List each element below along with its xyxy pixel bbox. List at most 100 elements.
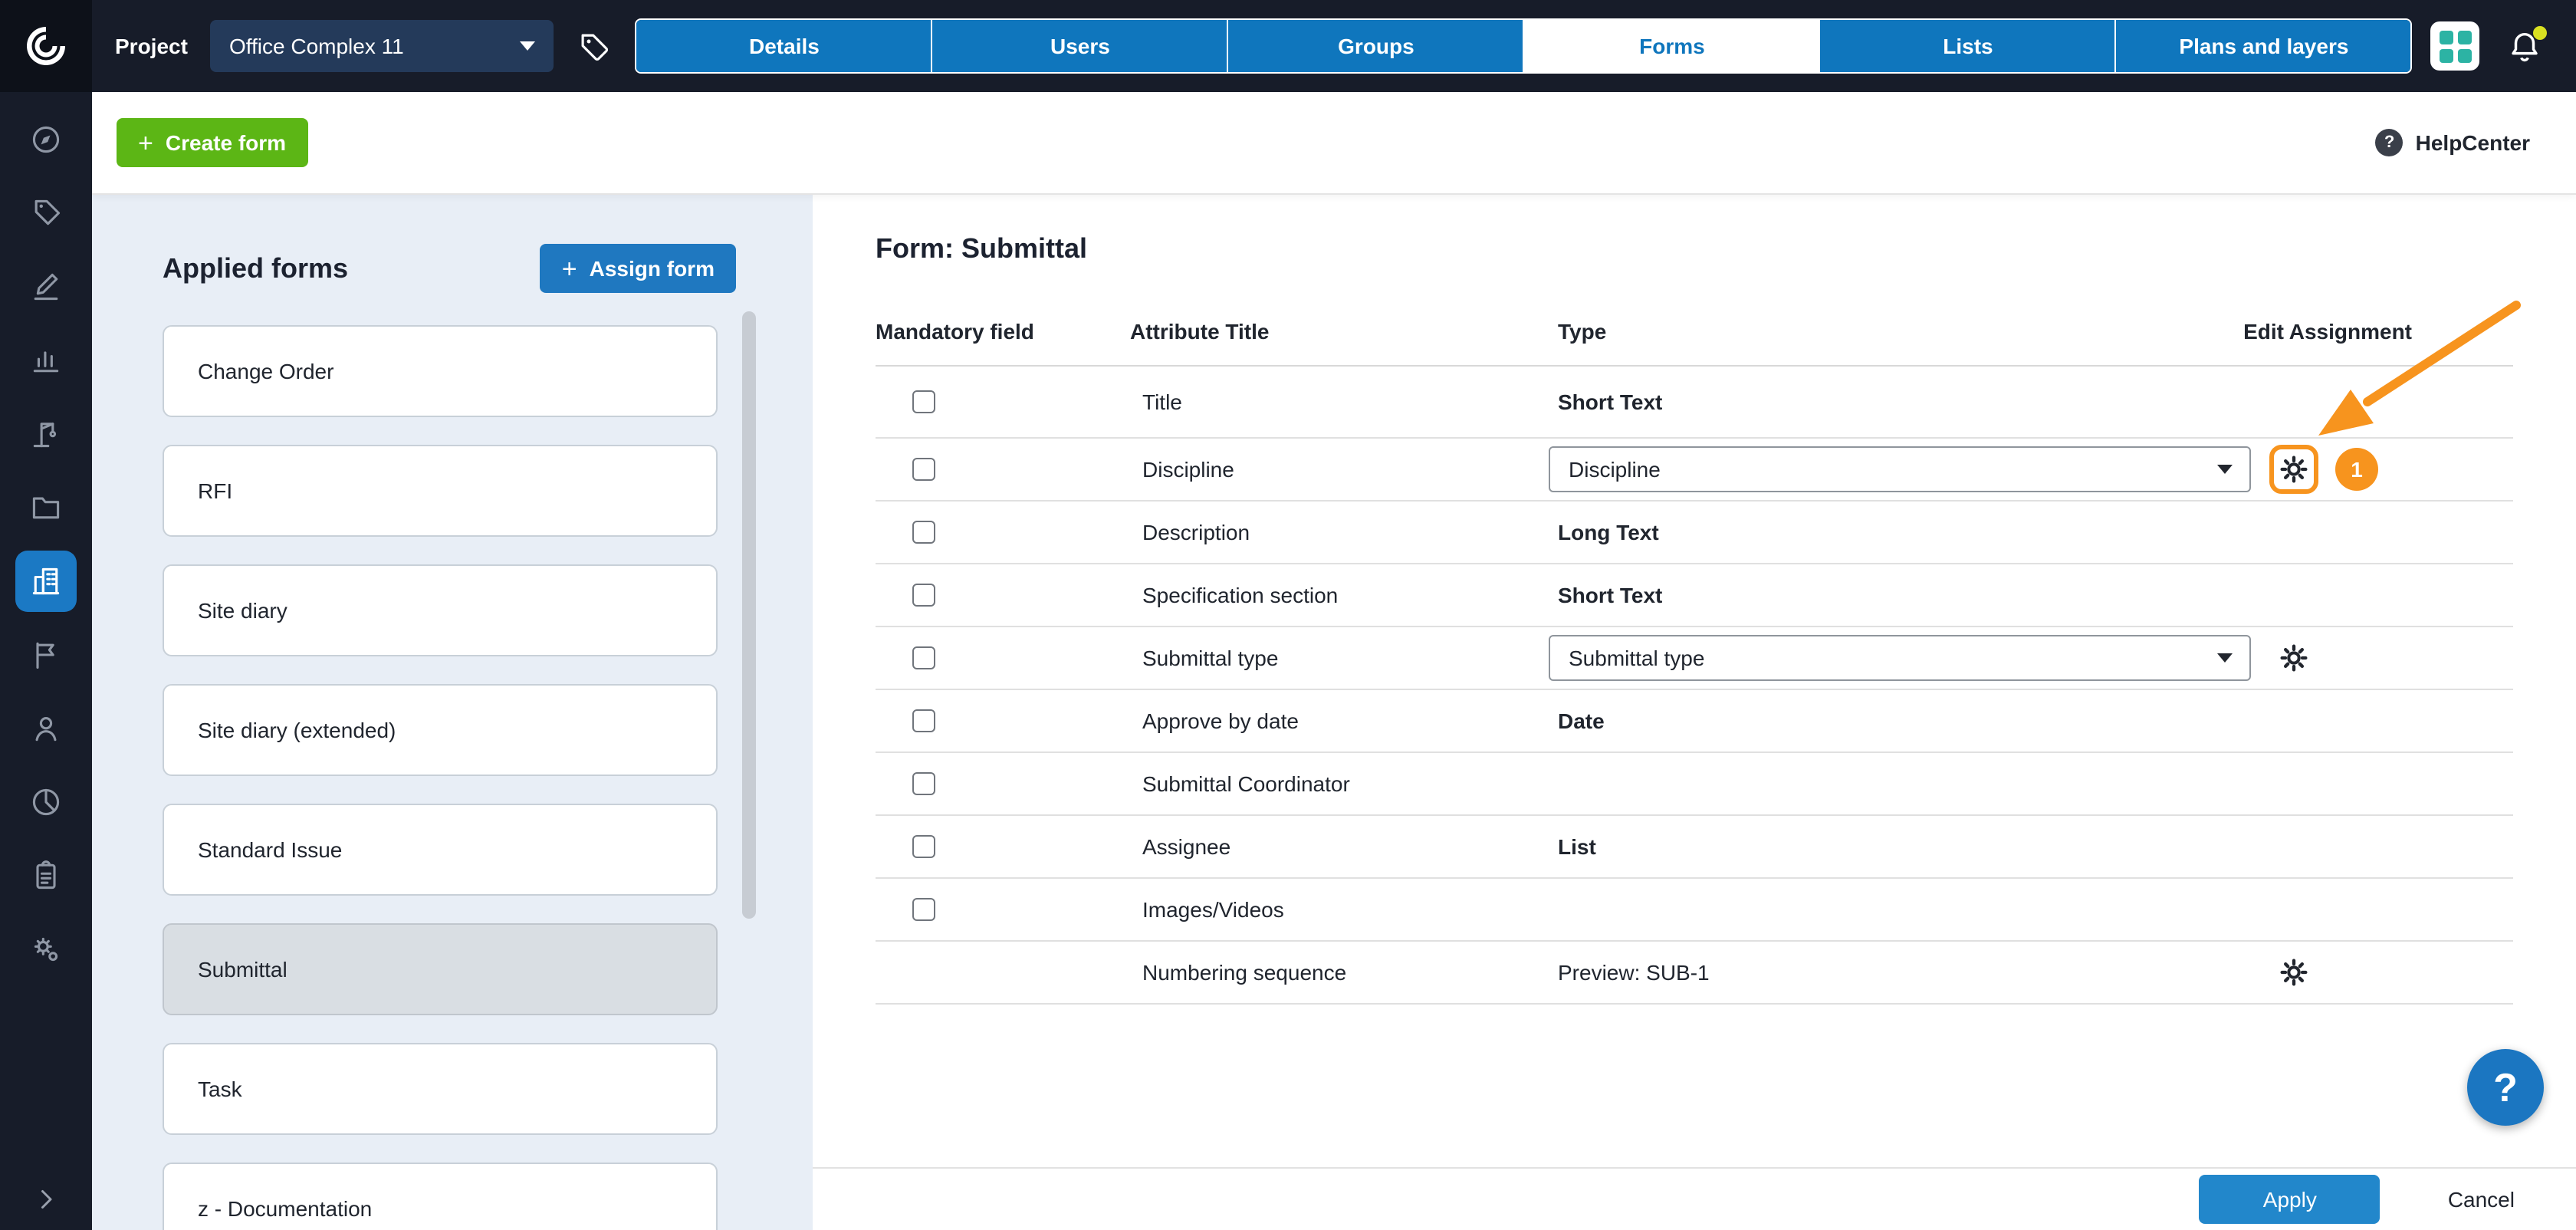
tab-users[interactable]: Users — [932, 20, 1227, 72]
tag-icon[interactable] — [579, 30, 611, 62]
help-center-label: HelpCenter — [2416, 130, 2530, 155]
scrollbar-thumb[interactable] — [742, 311, 756, 919]
tab-lists[interactable]: Lists — [1819, 20, 2115, 72]
form-card-label: Site diary (extended) — [198, 718, 396, 742]
type-value: Preview: SUB-1 — [1558, 960, 1710, 985]
pie-chart-icon — [29, 785, 63, 819]
sidebar-item-settings[interactable] — [15, 919, 77, 980]
header-edit-assignment: Edit Assignment — [2243, 319, 2412, 344]
sidebar-item-crane[interactable] — [15, 403, 77, 465]
form-card-z-documentation[interactable]: z - Documentation — [163, 1163, 718, 1230]
mandatory-checkbox[interactable] — [912, 521, 935, 544]
create-form-label: Create form — [166, 130, 286, 155]
tab-forms[interactable]: Forms — [1523, 20, 1819, 72]
type-dropdown-value: Submittal type — [1569, 646, 1704, 670]
type-dropdown[interactable]: Submittal type — [1549, 635, 2251, 681]
crane-icon — [29, 417, 63, 451]
table-row: AssigneeList — [876, 816, 2513, 879]
chevron-down-icon — [521, 41, 536, 51]
panel-title: Applied forms — [163, 252, 348, 284]
help-center-link[interactable]: ? HelpCenter — [2376, 129, 2530, 156]
sidebar-item-user[interactable] — [15, 698, 77, 759]
attribute-title: Submittal type — [1142, 646, 1278, 670]
sidebar-item-pie-chart[interactable] — [15, 771, 77, 833]
mandatory-checkbox[interactable] — [912, 390, 935, 413]
form-card-site-diary-extended-[interactable]: Site diary (extended) — [163, 684, 718, 776]
table-row: DisciplineDiscipline1 — [876, 439, 2513, 502]
sidebar-item-compass[interactable] — [15, 109, 77, 170]
edit-assignment-gear-icon[interactable] — [2269, 948, 2318, 997]
cancel-button[interactable]: Cancel — [2448, 1187, 2515, 1212]
edit-assignment-gear-icon[interactable] — [2269, 445, 2318, 494]
form-edit-icon — [29, 270, 63, 304]
form-card-submittal[interactable]: Submittal — [163, 923, 718, 1015]
table-row: Numbering sequence Preview: SUB-1 — [876, 942, 2513, 1005]
project-nav-tabs: DetailsUsersGroupsFormsListsPlans and la… — [636, 18, 2413, 74]
table-row: Approve by dateDate — [876, 690, 2513, 753]
form-card-change-order[interactable]: Change Order — [163, 325, 718, 417]
apps-icon[interactable] — [2430, 21, 2479, 71]
footer-bar: Apply Cancel — [813, 1167, 2576, 1230]
help-fab-button[interactable]: ? — [2467, 1049, 2544, 1126]
form-card-label: Site diary — [198, 598, 288, 623]
form-card-standard-issue[interactable]: Standard Issue — [163, 804, 718, 896]
form-card-site-diary[interactable]: Site diary — [163, 564, 718, 656]
type-value: Short Text — [1558, 583, 1662, 607]
tab-details[interactable]: Details — [637, 20, 932, 72]
project-selector-value: Office Complex 11 — [229, 34, 404, 58]
page-toolbar: + Create form ? HelpCenter — [92, 92, 2576, 193]
type-dropdown[interactable]: Discipline — [1549, 446, 2251, 492]
assign-form-button[interactable]: + Assign form — [540, 244, 736, 293]
sidebar-item-stats[interactable] — [15, 330, 77, 391]
type-value: Date — [1558, 709, 1605, 733]
attribute-title: Images/Videos — [1142, 897, 1284, 922]
icon-sidebar — [0, 92, 92, 1230]
app-logo[interactable] — [0, 0, 92, 92]
form-card-rfi[interactable]: RFI — [163, 445, 718, 537]
attribute-title: Description — [1142, 520, 1250, 544]
tab-plans-and-layers[interactable]: Plans and layers — [2115, 20, 2411, 72]
sidebar-expand-button[interactable] — [0, 1186, 92, 1213]
folder-icon — [29, 491, 63, 525]
attribute-title: Numbering sequence — [1142, 960, 1346, 985]
mandatory-checkbox[interactable] — [912, 772, 935, 795]
stats-icon — [29, 344, 63, 377]
form-detail-pane: Form: Submittal Mandatory field Attribut… — [813, 193, 2576, 1230]
table-row: Specification section Short Text — [876, 564, 2513, 627]
create-form-button[interactable]: + Create form — [117, 118, 307, 167]
attribute-title: Specification section — [1142, 583, 1338, 607]
mandatory-checkbox[interactable] — [912, 584, 935, 607]
mandatory-checkbox[interactable] — [912, 458, 935, 481]
mandatory-checkbox[interactable] — [912, 835, 935, 858]
edit-assignment-gear-icon[interactable] — [2269, 633, 2318, 682]
form-card-label: z - Documentation — [198, 1196, 372, 1221]
form-card-label: Change Order — [198, 359, 334, 383]
sidebar-item-folder[interactable] — [15, 477, 77, 538]
annotation-step-badge: 1 — [2335, 448, 2378, 491]
notifications-button[interactable] — [2507, 28, 2542, 64]
mandatory-checkbox[interactable] — [912, 898, 935, 921]
apply-button[interactable]: Apply — [2200, 1175, 2380, 1224]
header-type: Type — [1558, 319, 1606, 344]
sidebar-item-clipboard[interactable] — [15, 845, 77, 906]
mandatory-checkbox[interactable] — [912, 709, 935, 732]
building-icon — [29, 564, 63, 598]
header-mandatory-field: Mandatory field — [876, 319, 1034, 344]
type-dropdown-value: Discipline — [1569, 457, 1661, 482]
plus-icon: + — [138, 130, 153, 156]
form-card-label: Submittal — [198, 957, 288, 982]
form-title: Form: Submittal — [876, 233, 1087, 265]
mandatory-checkbox[interactable] — [912, 646, 935, 669]
form-card-task[interactable]: Task — [163, 1043, 718, 1135]
sidebar-item-form-edit[interactable] — [15, 256, 77, 317]
sidebar-item-building[interactable] — [15, 551, 77, 612]
sidebar-item-flag[interactable] — [15, 624, 77, 686]
tab-groups[interactable]: Groups — [1227, 20, 1523, 72]
table-row: Submittal type Submittal type — [876, 627, 2513, 690]
project-selector[interactable]: Office Complex 11 — [211, 20, 554, 72]
plus-icon: + — [562, 255, 577, 281]
attribute-title: Submittal Coordinator — [1142, 771, 1350, 796]
sidebar-item-tags[interactable] — [15, 183, 77, 244]
assign-form-label: Assign form — [590, 256, 715, 281]
table-header: Mandatory field Attribute Title Type Edi… — [876, 307, 2513, 367]
